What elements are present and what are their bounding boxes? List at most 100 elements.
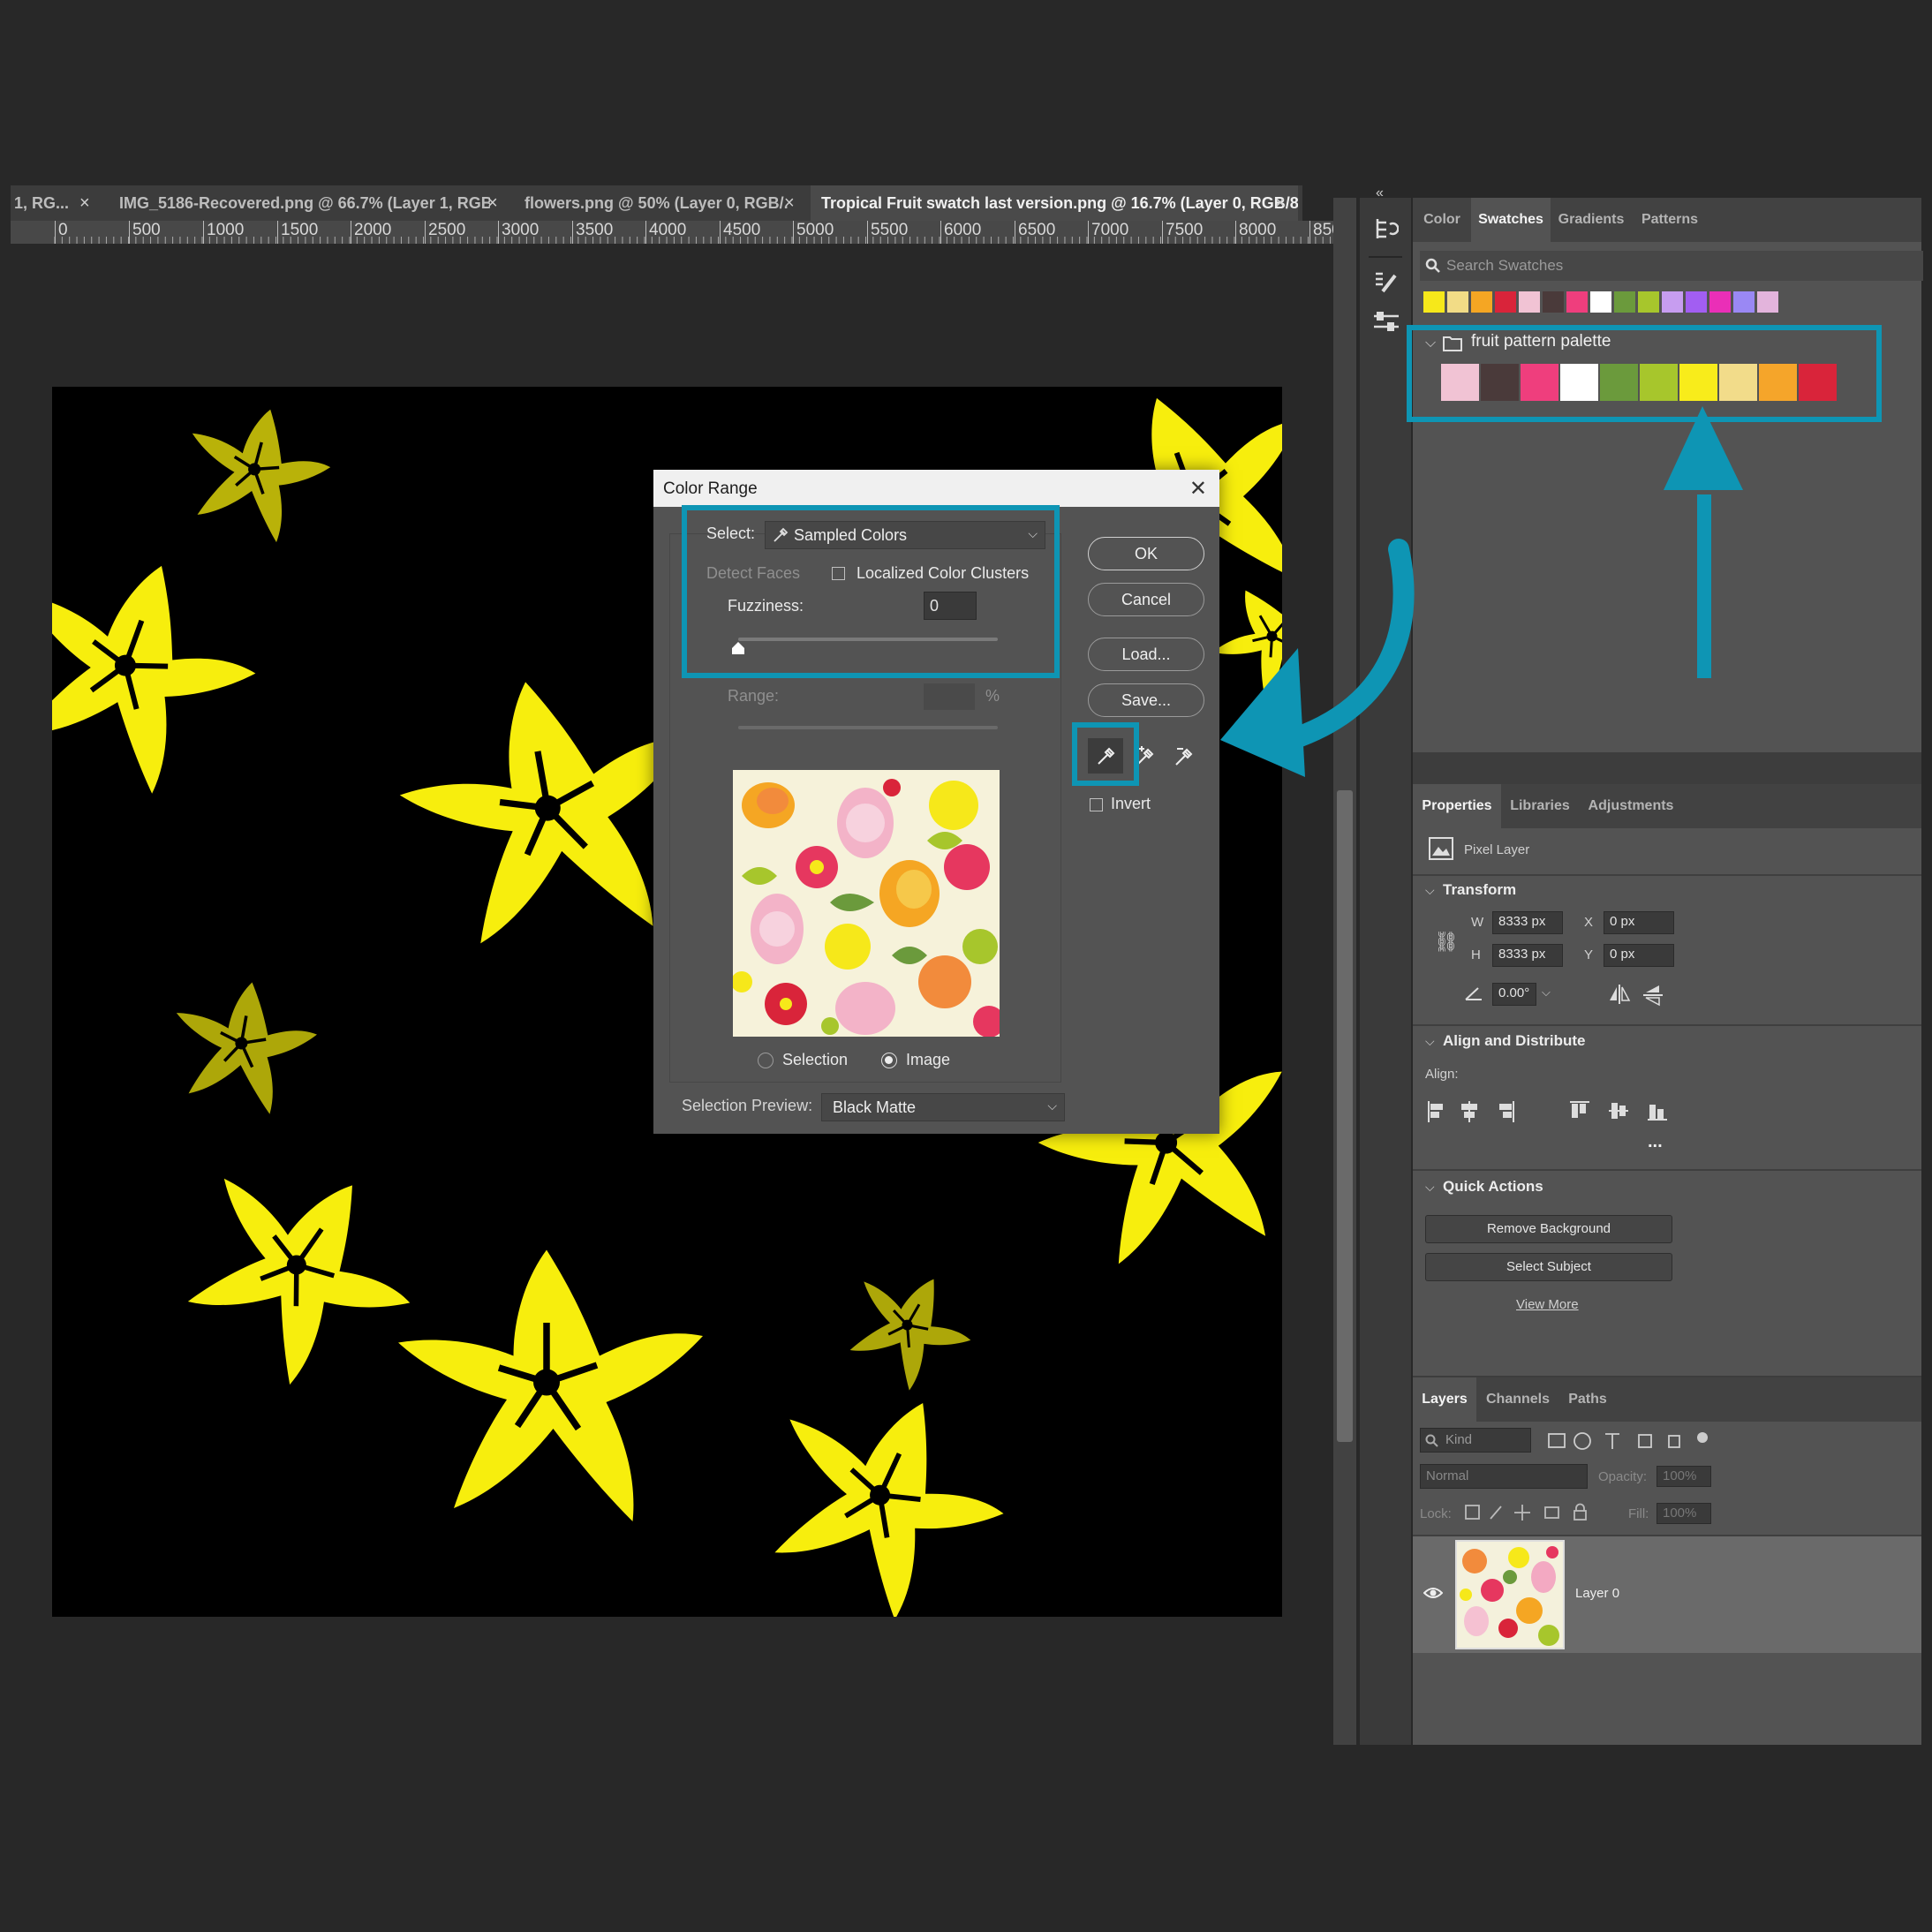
layers-panel: Layers Channels Paths Kind Normal Opacit… xyxy=(1413,1377,1921,1745)
cancel-button[interactable]: Cancel xyxy=(1088,583,1204,616)
color-swatch[interactable] xyxy=(1638,291,1659,313)
color-swatch[interactable] xyxy=(1709,291,1731,313)
layer-name[interactable]: Layer 0 xyxy=(1575,1586,1619,1601)
doc-tab-2[interactable]: IMG_5186-Recovered.png @ 66.7% (Layer 1,… xyxy=(119,185,490,221)
radio-dot xyxy=(885,1056,893,1064)
dialog-title: Color Range xyxy=(663,479,758,498)
chevron-down-icon[interactable]: ⌵ xyxy=(1425,1034,1435,1049)
layer-row[interactable]: Layer 0 xyxy=(1413,1536,1921,1653)
ruler-label: 3500 xyxy=(572,221,613,244)
color-swatch[interactable] xyxy=(1495,291,1516,313)
tab-libraries[interactable]: Libraries xyxy=(1501,784,1579,828)
close-icon[interactable]: × xyxy=(487,185,498,221)
align-left-icon[interactable] xyxy=(1425,1098,1457,1125)
close-icon[interactable]: × xyxy=(1275,185,1286,221)
tab-channels[interactable]: Channels xyxy=(1476,1377,1559,1422)
scrollbar-thumb[interactable] xyxy=(1337,790,1353,1442)
view-more-link[interactable]: View More xyxy=(1516,1297,1579,1312)
close-icon[interactable]: × xyxy=(784,185,795,221)
color-swatch[interactable] xyxy=(1543,291,1564,313)
selection-radio[interactable] xyxy=(758,1053,774,1068)
lock-label: Lock: xyxy=(1420,1506,1452,1521)
search-input[interactable]: Search Swatches xyxy=(1446,257,1563,275)
color-swatch[interactable] xyxy=(1423,291,1445,313)
angle-field[interactable]: 0.00° xyxy=(1492,983,1536,1006)
doc-tab-3[interactable]: flowers.png @ 50% (Layer 0, RGB/... xyxy=(525,185,788,221)
h-label: H xyxy=(1471,947,1481,962)
remove-background-button[interactable]: Remove Background xyxy=(1425,1215,1672,1243)
tab-properties[interactable]: Properties xyxy=(1413,784,1501,828)
chevron-down-icon[interactable]: ⌵ xyxy=(1425,883,1435,898)
eye-icon[interactable] xyxy=(1423,1586,1443,1600)
color-swatch[interactable] xyxy=(1614,291,1635,313)
x-label: X xyxy=(1584,915,1594,930)
range-percent: % xyxy=(985,687,1000,705)
align-right-icon[interactable] xyxy=(1503,1098,1535,1125)
blend-mode-select[interactable]: Normal xyxy=(1420,1464,1588,1489)
color-swatch[interactable] xyxy=(1686,291,1707,313)
link-icon[interactable]: ⛓ xyxy=(1434,931,1459,954)
doc-tab-1[interactable]: 1, RG... xyxy=(14,185,76,221)
tab-swatches[interactable]: Swatches xyxy=(1471,198,1551,242)
search-swatches-box[interactable]: Search Swatches xyxy=(1420,251,1923,281)
tab-layers[interactable]: Layers xyxy=(1413,1377,1476,1422)
select-subject-button[interactable]: Select Subject xyxy=(1425,1253,1672,1281)
color-swatch[interactable] xyxy=(1733,291,1755,313)
flip-vertical-icon[interactable] xyxy=(1642,984,1664,1007)
color-swatch[interactable] xyxy=(1519,291,1540,313)
tab-gradients[interactable]: Gradients xyxy=(1551,198,1632,242)
align-distribute-header: Align and Distribute xyxy=(1443,1032,1586,1049)
color-swatch[interactable] xyxy=(1757,291,1778,313)
fill-field[interactable]: 100% xyxy=(1657,1503,1711,1524)
lock-icons xyxy=(1465,1503,1587,1521)
eyedropper-minus-icon[interactable] xyxy=(1174,745,1197,766)
selection-preview-label: Selection Preview: xyxy=(682,1097,813,1114)
align-top-icon[interactable] xyxy=(1568,1098,1600,1125)
align-bottom-icon[interactable] xyxy=(1646,1098,1678,1125)
star-fruit-shape xyxy=(732,1355,1031,1617)
close-icon[interactable]: × xyxy=(79,185,90,221)
ruler-label: 4500 xyxy=(720,221,760,244)
color-swatch[interactable] xyxy=(1662,291,1683,313)
tab-color[interactable]: Color xyxy=(1413,198,1471,242)
align-middle-icon[interactable] xyxy=(1607,1098,1639,1125)
divider xyxy=(1413,1169,1921,1171)
ok-button[interactable]: OK xyxy=(1088,537,1204,570)
flip-horizontal-icon[interactable] xyxy=(1607,984,1632,1005)
divider xyxy=(1369,256,1402,258)
save-button[interactable]: Save... xyxy=(1088,683,1204,717)
tab-patterns[interactable]: Patterns xyxy=(1632,198,1708,242)
image-preview[interactable] xyxy=(733,770,1000,1037)
close-icon[interactable]: ✕ xyxy=(1189,470,1207,509)
color-swatch[interactable] xyxy=(1447,291,1468,313)
chevron-down-icon[interactable]: ⌵ xyxy=(1425,1180,1435,1195)
load-button[interactable]: Load... xyxy=(1088,638,1204,671)
align-center-icon[interactable] xyxy=(1464,1098,1496,1125)
selection-preview-select[interactable]: Black Matte ⌵ xyxy=(821,1093,1065,1121)
color-swatch[interactable] xyxy=(1590,291,1611,313)
tab-paths[interactable]: Paths xyxy=(1559,1377,1616,1422)
ruler-label: 2000 xyxy=(351,221,391,244)
color-swatch[interactable] xyxy=(1566,291,1588,313)
opacity-field[interactable]: 100% xyxy=(1657,1466,1711,1487)
document-tab-bar: 1, RG... × IMG_5186-Recovered.png @ 66.7… xyxy=(11,185,1302,221)
collapse-icon[interactable]: « xyxy=(1376,185,1384,201)
x-field[interactable]: 0 px xyxy=(1604,911,1674,934)
horizontal-ruler: 0 500 1000 1500 2000 2500 3000 3500 4000… xyxy=(11,221,1335,244)
ruler-label: 850 xyxy=(1309,221,1335,244)
tab-adjustments[interactable]: Adjustments xyxy=(1579,784,1683,828)
star-fruit-shape xyxy=(826,1248,990,1407)
panel-separator xyxy=(1413,752,1921,784)
color-swatch[interactable] xyxy=(1471,291,1492,313)
more-options-icon[interactable]: ... xyxy=(1648,1132,1663,1152)
brush-icon[interactable] xyxy=(1372,268,1399,295)
sliders-icon[interactable] xyxy=(1372,309,1400,336)
image-radio[interactable] xyxy=(881,1053,897,1068)
height-field[interactable]: 8333 px xyxy=(1492,944,1563,967)
y-field[interactable]: 0 px xyxy=(1604,944,1674,967)
chevron-down-icon[interactable]: ⌵ xyxy=(1542,985,1551,1000)
width-field[interactable]: 8333 px xyxy=(1492,911,1563,934)
invert-checkbox[interactable] xyxy=(1090,798,1103,811)
doc-tab-active[interactable]: Tropical Fruit swatch last version.png @… xyxy=(811,185,1298,221)
history-icon[interactable] xyxy=(1372,215,1399,242)
